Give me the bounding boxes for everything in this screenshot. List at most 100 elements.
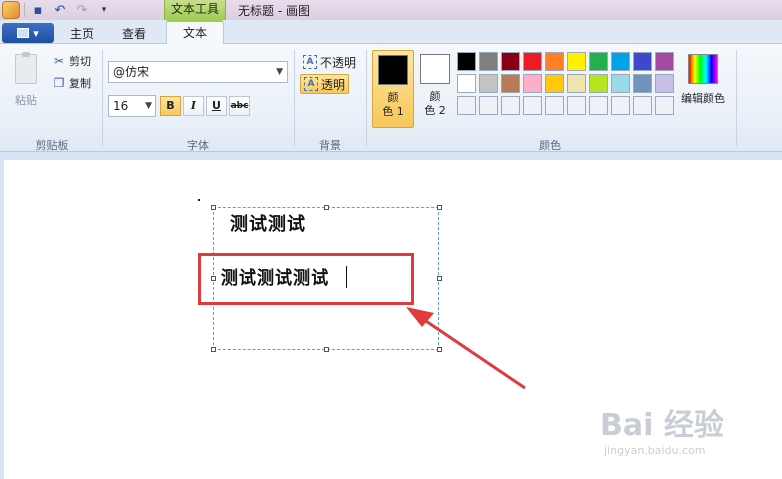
quick-access-toolbar: ▪ ↶ ↷ ▾	[0, 0, 113, 20]
watermark-logo-text: Bai 经验	[600, 408, 724, 443]
qat-separator	[24, 3, 25, 17]
palette-color-swatch[interactable]	[611, 52, 630, 71]
window-title: 无标题 - 画图	[238, 4, 310, 18]
save-icon[interactable]: ▪	[29, 1, 47, 19]
redo-icon[interactable]: ↷	[73, 1, 91, 19]
resize-handle[interactable]	[437, 205, 442, 210]
ribbon-separator	[294, 50, 295, 146]
app-icon[interactable]	[2, 1, 20, 19]
palette-color-swatch[interactable]	[545, 52, 564, 71]
cut-label: 剪切	[69, 55, 91, 68]
color2-swatch	[420, 54, 450, 84]
arrow-shaft	[419, 315, 526, 390]
transparent-icon: A	[304, 77, 318, 91]
palette-color-swatch[interactable]	[611, 96, 630, 115]
color-spectrum-icon	[688, 54, 718, 84]
file-menu-button[interactable]: ▾	[2, 23, 54, 43]
palette-color-swatch[interactable]	[479, 96, 498, 115]
palette-color-swatch[interactable]	[633, 96, 652, 115]
font-group-label: 字体	[187, 139, 209, 152]
strikethrough-button[interactable]: abc	[229, 96, 250, 116]
tab-view[interactable]: 查看	[122, 25, 146, 42]
italic-button[interactable]: I	[183, 96, 204, 116]
copy-icon: ❐	[53, 76, 65, 90]
palette-color-swatch[interactable]	[633, 52, 652, 71]
palette-color-swatch[interactable]	[633, 74, 652, 93]
tab-text[interactable]: 文本	[166, 20, 224, 45]
file-menu-arrow: ▾	[33, 26, 39, 40]
ribbon: 粘贴 ✂ 剪切 ❐ 复制 剪贴板 @仿宋 ▼ 16 ▼ B I U abc 字体…	[0, 44, 782, 152]
palette-color-swatch[interactable]	[567, 74, 586, 93]
edit-colors-button[interactable]: 编辑颜色	[678, 54, 728, 106]
resize-handle[interactable]	[324, 205, 329, 210]
palette-color-swatch[interactable]	[479, 52, 498, 71]
customize-icon[interactable]: ▾	[95, 1, 113, 19]
font-size-select[interactable]: 16 ▼	[108, 95, 156, 117]
palette-color-swatch[interactable]	[523, 96, 542, 115]
palette-color-swatch[interactable]	[567, 96, 586, 115]
scissors-icon: ✂	[53, 54, 65, 68]
title-bar: ▪ ↶ ↷ ▾ 文本工具 无标题 - 画图	[0, 0, 782, 20]
file-icon	[17, 28, 30, 38]
color1-swatch	[378, 55, 408, 85]
chevron-down-icon: ▼	[276, 67, 283, 77]
context-tab-text-tools: 文本工具	[164, 0, 226, 20]
copy-button[interactable]: ❐ 复制	[52, 74, 91, 92]
palette-color-swatch[interactable]	[523, 74, 542, 93]
palette-color-swatch[interactable]	[611, 74, 630, 93]
paste-button[interactable]: 粘贴	[10, 52, 42, 108]
resize-handle[interactable]	[437, 276, 442, 281]
resize-handle[interactable]	[324, 347, 329, 352]
palette-color-swatch[interactable]	[501, 74, 520, 93]
palette-color-swatch[interactable]	[655, 52, 674, 71]
undo-icon[interactable]: ↶	[51, 1, 69, 19]
transparent-label: 透明	[321, 77, 346, 92]
color1-label-bottom: 色 1	[382, 105, 404, 118]
baidu-watermark: Bai 经验 jingyan.baidu.com	[600, 400, 770, 470]
color2-label-top: 颜	[429, 90, 441, 103]
color1-button[interactable]: 颜 色 1	[372, 50, 414, 128]
paste-icon	[15, 52, 37, 84]
watermark-url: jingyan.baidu.com	[604, 444, 706, 457]
ribbon-separator	[102, 50, 103, 146]
canvas-dot	[198, 199, 200, 201]
palette-color-swatch[interactable]	[457, 74, 476, 93]
opaque-label: 不透明	[320, 55, 357, 70]
palette-color-swatch[interactable]	[655, 74, 674, 93]
canvas-text-line1: 测试测试	[230, 214, 306, 235]
bold-button[interactable]: B	[160, 96, 181, 116]
underline-button[interactable]: U	[206, 96, 227, 116]
clipboard-group-label: 剪贴板	[35, 139, 69, 152]
colors-group-label: 颜色	[539, 139, 561, 152]
paste-label: 粘贴	[15, 94, 37, 107]
palette-color-swatch[interactable]	[589, 74, 608, 93]
font-family-select[interactable]: @仿宋 ▼	[108, 61, 288, 83]
ribbon-tab-row: ▾ 主页 查看 文本	[0, 20, 782, 45]
copy-label: 复制	[69, 77, 91, 90]
annotation-arrow	[406, 307, 526, 390]
tab-home[interactable]: 主页	[70, 25, 94, 42]
palette-color-swatch[interactable]	[545, 96, 564, 115]
palette-color-swatch[interactable]	[567, 52, 586, 71]
cut-button[interactable]: ✂ 剪切	[52, 52, 91, 70]
palette-color-swatch[interactable]	[479, 74, 498, 93]
annotation-highlight-box	[198, 253, 414, 305]
palette-color-swatch[interactable]	[501, 52, 520, 71]
resize-handle[interactable]	[211, 347, 216, 352]
palette-color-swatch[interactable]	[545, 74, 564, 93]
palette-color-swatch[interactable]	[457, 52, 476, 71]
palette-color-swatch[interactable]	[589, 96, 608, 115]
palette-color-swatch[interactable]	[655, 96, 674, 115]
opaque-button[interactable]: A 不透明	[300, 52, 359, 72]
palette-color-swatch[interactable]	[457, 96, 476, 115]
palette-color-swatch[interactable]	[589, 52, 608, 71]
color1-label-top: 颜	[387, 91, 399, 104]
resize-handle[interactable]	[211, 205, 216, 210]
palette-color-swatch[interactable]	[501, 96, 520, 115]
palette-color-swatch[interactable]	[523, 52, 542, 71]
transparent-button[interactable]: A 透明	[300, 74, 350, 94]
color-palette	[457, 52, 696, 115]
ribbon-separator	[736, 50, 737, 146]
background-group-label: 背景	[319, 139, 341, 152]
color2-button[interactable]: 颜 色 2	[414, 50, 456, 128]
